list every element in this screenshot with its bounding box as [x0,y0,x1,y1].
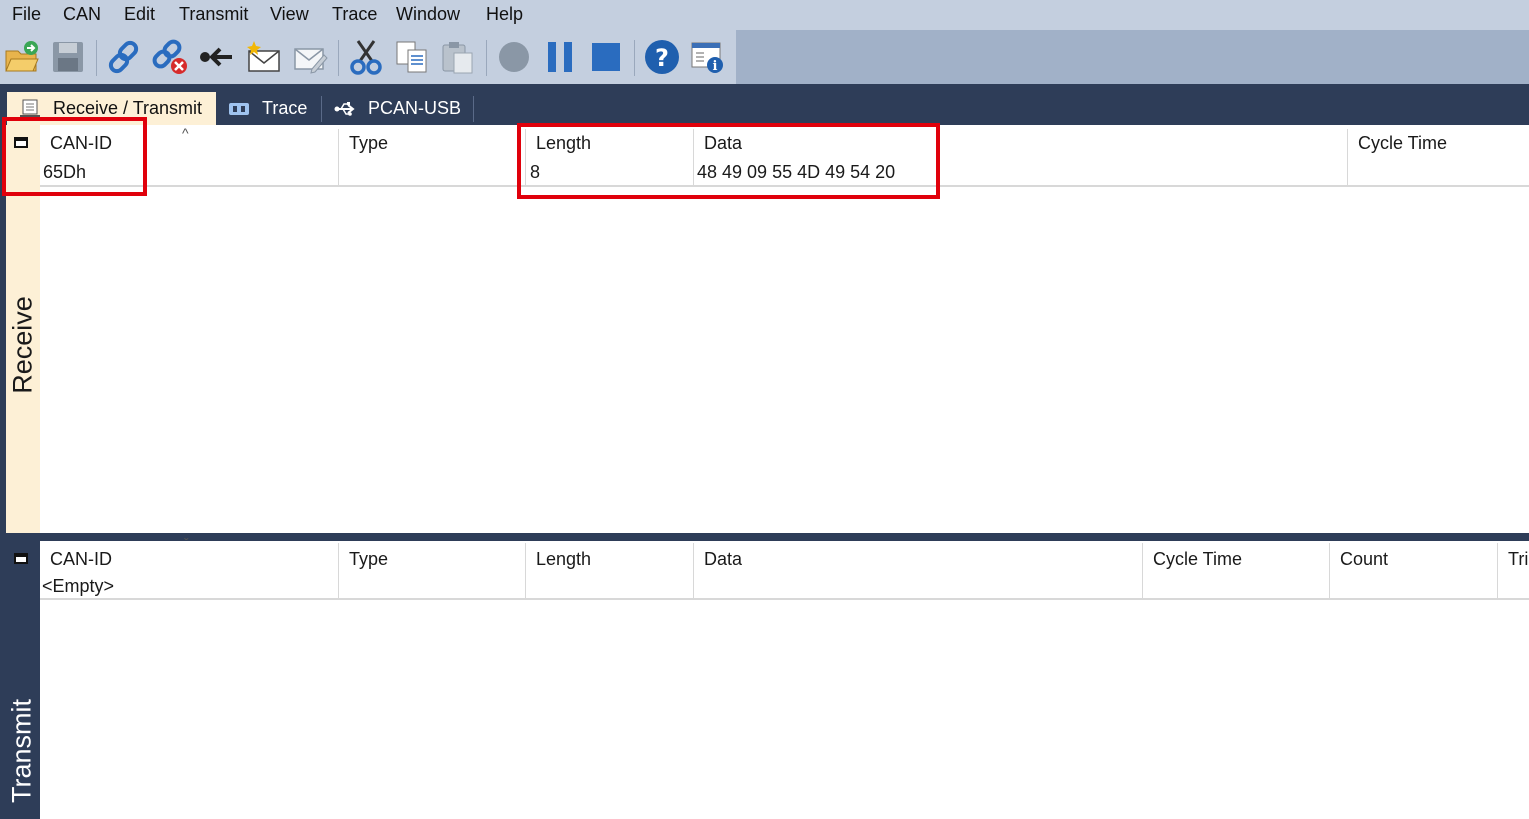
stop-icon[interactable] [588,39,624,75]
toolbar-separator [96,40,97,76]
menu-edit[interactable]: Edit [124,4,155,25]
tab-trace[interactable]: Trace [228,92,307,125]
menu-transmit[interactable]: Transmit [179,4,248,25]
column-divider [693,543,694,599]
transmit-grid: CAN-ID ˇ Type Length Data Cycle Time Cou… [14,535,1529,819]
cell-can-id: <Empty> [42,576,115,596]
toolbar-separator [338,40,339,76]
toolbar-separator [486,40,487,76]
transmit-side-panel: Transmit [0,541,40,819]
column-divider [1142,543,1143,599]
sort-descending-icon: ˇ [184,535,189,551]
receive-label: Receive [7,296,38,394]
row-divider [40,598,1529,600]
tab-pcan-usb[interactable]: PCAN-USB [334,92,461,125]
column-header-count[interactable]: Count [1340,549,1388,570]
column-divider [525,543,526,599]
column-header-type[interactable]: Type [349,133,388,154]
column-divider [1497,543,1498,599]
edit-message-icon[interactable] [292,39,328,75]
column-header-cycle-time[interactable]: Cycle Time [1358,133,1447,154]
menu-bar: File CAN Edit Transmit View Trace Window… [0,0,1529,30]
save-icon[interactable] [50,39,86,75]
column-header-can-id[interactable]: CAN-ID [50,549,112,570]
toolbar-button-area: ? i [0,30,736,84]
menu-view[interactable]: View [270,4,309,25]
column-divider [338,129,339,187]
usb-icon [334,98,356,120]
disconnect-icon[interactable] [152,39,188,75]
toolbar-separator [634,40,635,76]
svg-text:i: i [713,59,718,74]
transmit-label: Transmit [6,698,37,804]
panel-splitter[interactable] [0,533,1529,541]
menu-file[interactable]: File [12,4,41,25]
column-header-trigger[interactable]: Trig [1508,549,1529,570]
column-divider [1329,543,1330,599]
highlight-box-length-data [517,123,940,199]
column-header-data[interactable]: Data [704,549,742,570]
tab-separator [473,96,474,122]
trace-icon [228,98,250,120]
column-divider [338,543,339,599]
menu-trace[interactable]: Trace [332,4,377,25]
copy-icon[interactable] [394,39,430,75]
column-header-length[interactable]: Length [536,549,591,570]
help-icon[interactable]: ? [644,39,680,75]
tab-label: Trace [262,98,308,118]
new-message-icon[interactable] [246,39,282,75]
connect-icon[interactable] [106,39,142,75]
tab-bar: Receive / Transmit Trace PCAN-USB [0,84,1529,125]
menu-can[interactable]: CAN [63,4,101,25]
column-chooser-icon[interactable] [14,553,28,564]
sort-ascending-icon: ^ [182,125,189,141]
cut-icon[interactable] [348,39,384,75]
menu-window[interactable]: Window [396,4,460,25]
tab-separator [321,96,322,122]
menu-help[interactable]: Help [486,4,523,25]
column-header-type[interactable]: Type [349,549,388,570]
column-header-cycle-time[interactable]: Cycle Time [1153,549,1242,570]
paste-icon[interactable] [440,39,476,75]
tab-label: Receive / Transmit [53,98,203,118]
tab-label: PCAN-USB [368,98,462,118]
reset-icon[interactable] [198,39,234,75]
column-divider [1347,129,1348,187]
window-info-icon[interactable]: i [690,39,726,75]
pause-icon[interactable] [542,39,578,75]
record-icon[interactable] [496,39,532,75]
highlight-box-can-id [2,117,147,196]
open-folder-icon[interactable] [4,39,40,75]
toolbar: ? i [0,30,1529,84]
svg-text:?: ? [655,44,669,72]
